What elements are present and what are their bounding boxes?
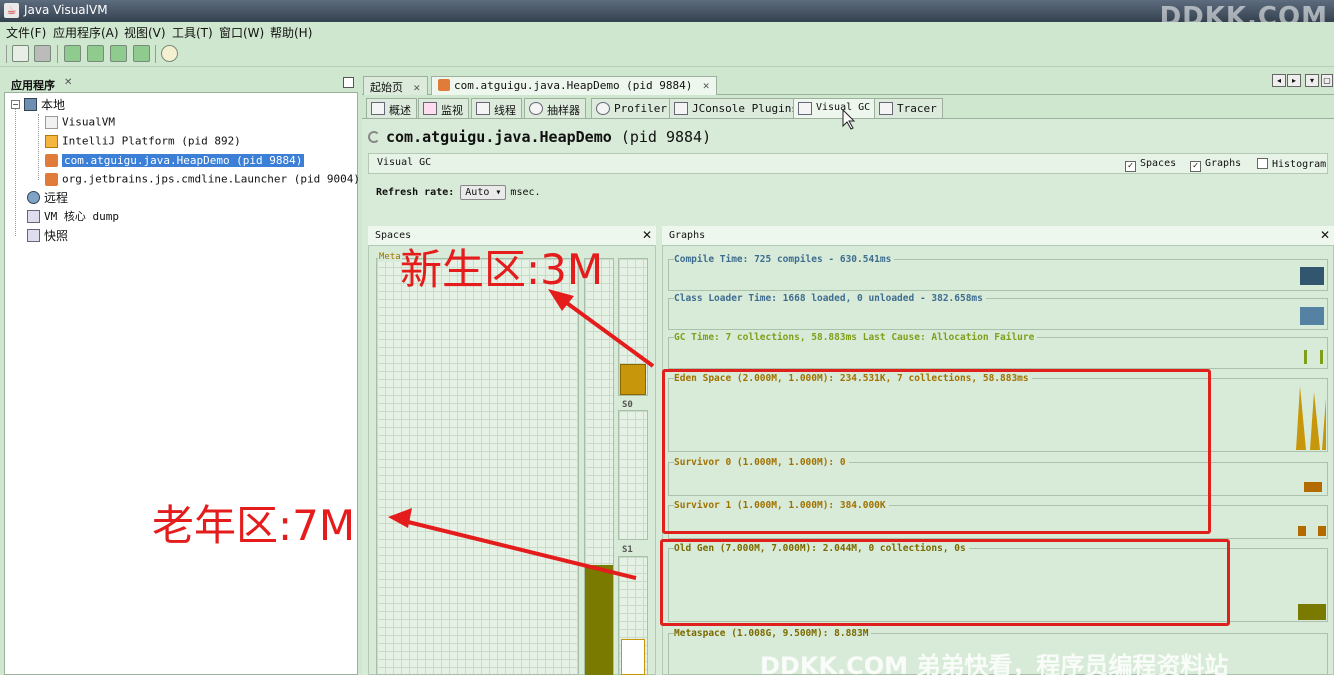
arrow-young <box>558 296 655 368</box>
arrow-old <box>399 518 637 580</box>
arrowhead-old-icon <box>388 508 412 528</box>
mouse-cursor-icon <box>842 108 856 130</box>
annotation-arrows <box>388 108 856 580</box>
watermark-bottom: DDKK.COM 弟弟快看，程序员编程资料站 <box>760 652 1229 675</box>
